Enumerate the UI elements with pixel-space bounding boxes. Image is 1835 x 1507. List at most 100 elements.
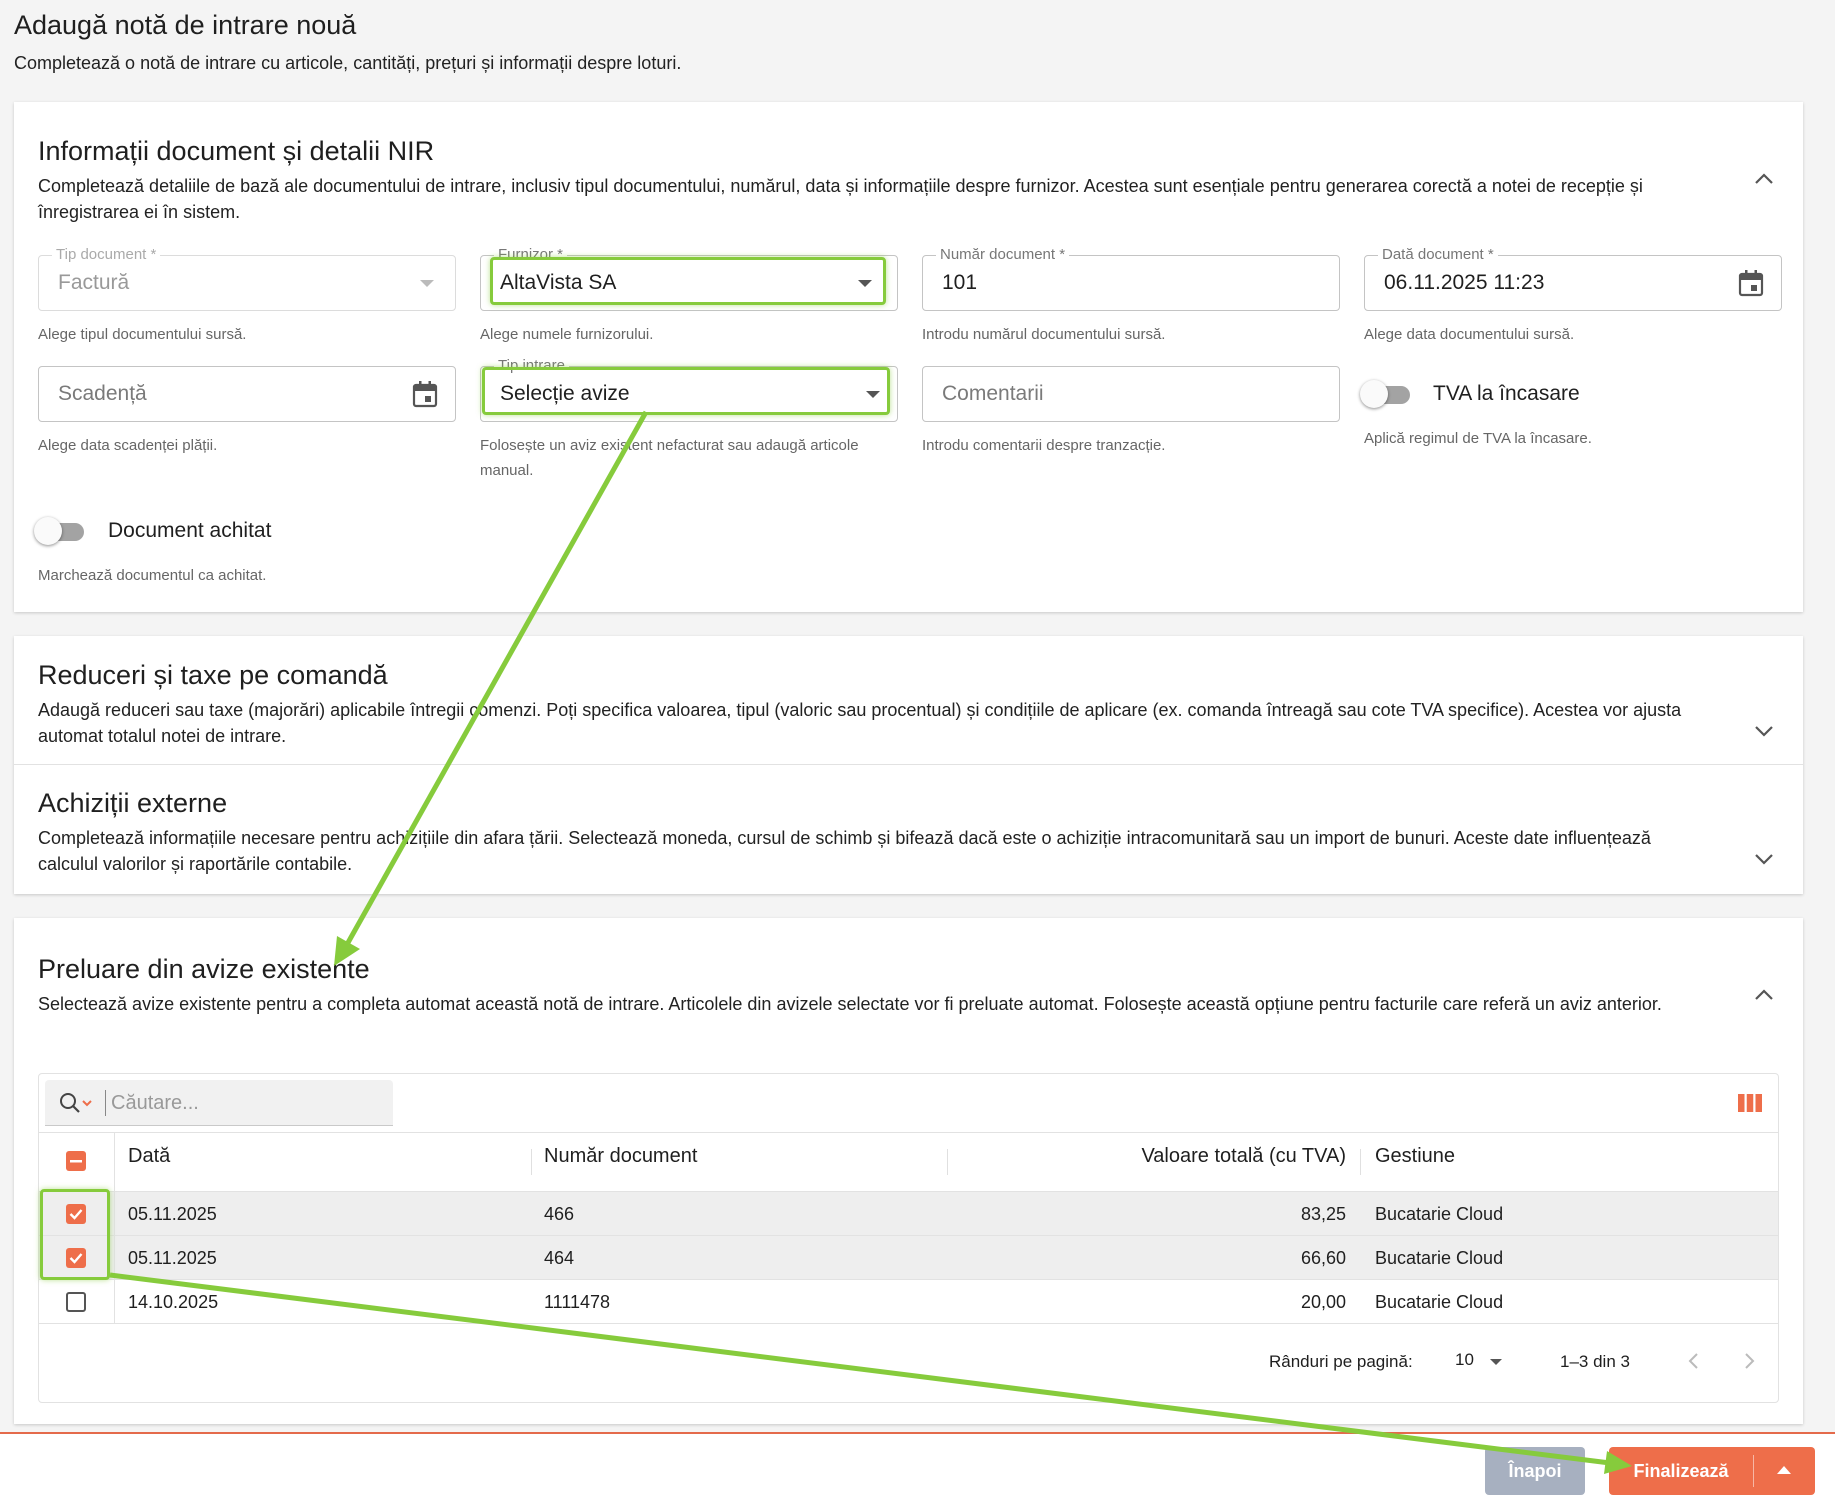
- split-divider: [1753, 1455, 1754, 1487]
- section-title: Achiziții externe: [38, 788, 228, 818]
- cell-data: 05.11.2025: [128, 1248, 217, 1268]
- chevron-down-icon[interactable]: [1753, 724, 1775, 738]
- avize-card: Preluare din avize existente Selectează …: [14, 918, 1803, 1424]
- finish-button-label[interactable]: Finalizează: [1609, 1447, 1753, 1495]
- section-description: Completează detaliile de bază ale docume…: [38, 176, 1643, 222]
- furnizor-label: Furnizor *: [494, 246, 568, 264]
- page-title: Adaugă notă de intrare nouă: [14, 10, 357, 40]
- document-achitat-toggle[interactable]: [34, 515, 90, 547]
- column-separator: [531, 1149, 532, 1175]
- cell-data: 14.10.2025: [128, 1292, 219, 1312]
- scadenta-helper: Alege data scadenței plății.: [38, 437, 218, 454]
- tip-document-label: Tip document *: [52, 246, 161, 264]
- chevron-right-icon[interactable]: [1739, 1350, 1759, 1372]
- table-row[interactable]: 14.10.2025 1111478 20,00 Bucatarie Cloud: [39, 1280, 1778, 1324]
- column-separator: [947, 1149, 948, 1175]
- calendar-icon[interactable]: [1738, 269, 1764, 297]
- rows-per-page-label: Rânduri pe pagină:: [1269, 1352, 1413, 1371]
- caret-up-icon[interactable]: [1777, 1466, 1791, 1474]
- collapsed-sections-card: Reduceri și taxe pe comandă Adaugă reduc…: [14, 636, 1803, 894]
- furnizor-helper: Alege numele furnizorului.: [480, 326, 654, 343]
- toggle-thumb: [1360, 380, 1388, 408]
- toggle-thumb: [34, 517, 62, 545]
- table-header: Dată Număr document Valoare totală (cu T…: [39, 1132, 1778, 1192]
- search-icon[interactable]: [59, 1091, 95, 1115]
- page-header: Adaugă notă de intrare nouă Completează …: [14, 10, 681, 74]
- chevron-left-icon[interactable]: [1684, 1350, 1704, 1372]
- dropdown-arrow-icon[interactable]: [1490, 1359, 1502, 1365]
- cell-gestiune: Bucatarie Cloud: [1375, 1292, 1504, 1312]
- tip-document-value: Factură: [58, 271, 130, 294]
- section-description: Completează informațiile necesare pentru…: [38, 828, 1651, 874]
- cell-gestiune: Bucatarie Cloud: [1375, 1204, 1504, 1224]
- section-title: Preluare din avize existente: [38, 954, 370, 984]
- column-divider: [114, 1236, 115, 1279]
- search-cursor: [105, 1090, 106, 1116]
- row-checkbox[interactable]: [66, 1204, 86, 1224]
- section-description: Selectează avize existente pentru a comp…: [38, 994, 1662, 1014]
- column-header-data[interactable]: Dată: [128, 1145, 170, 1168]
- section-title: Informații document și detalii NIR: [38, 136, 435, 166]
- section-divider: [14, 764, 1803, 765]
- discount-section-header[interactable]: Reduceri și taxe pe comandă Adaugă reduc…: [14, 660, 1803, 749]
- tva-incasare-toggle[interactable]: [1360, 378, 1416, 410]
- column-divider: [114, 1192, 115, 1235]
- tva-incasare-helper: Aplică regimul de TVA la încasare.: [1364, 430, 1592, 447]
- column-divider: [114, 1280, 115, 1323]
- comentarii-helper: Introdu comentarii despre tranzacție.: [922, 437, 1166, 454]
- furnizor-value: AltaVista SA: [500, 271, 617, 294]
- pagination: Rânduri pe pagină: 10 1–3 din 3: [39, 1342, 1778, 1382]
- finish-split-button[interactable]: Finalizează: [1609, 1447, 1815, 1495]
- data-document-helper: Alege data documentului sursă.: [1364, 326, 1575, 343]
- numar-document-label: Număr document *: [936, 246, 1070, 264]
- back-button[interactable]: Înapoi: [1485, 1447, 1585, 1495]
- column-header-numar[interactable]: Număr document: [544, 1145, 697, 1168]
- avize-table: Dată Număr document Valoare totală (cu T…: [38, 1073, 1779, 1403]
- cell-valoare: 83,25: [1300, 1204, 1346, 1224]
- row-checkbox[interactable]: [66, 1292, 86, 1312]
- cell-data: 05.11.2025: [128, 1204, 217, 1224]
- search-input[interactable]: [111, 1086, 381, 1120]
- tip-intrare-helper: Folosește un aviz existent nefacturat sa…: [480, 437, 859, 479]
- table-row[interactable]: 05.11.2025 464 66,60 Bucatarie Cloud: [39, 1236, 1778, 1280]
- search-box[interactable]: [45, 1080, 393, 1126]
- data-document-value: 06.11.2025 11:23: [1384, 271, 1545, 294]
- scadenta-placeholder: Scadență: [58, 382, 147, 405]
- section-title: Reduceri și taxe pe comandă: [38, 660, 388, 690]
- dropdown-arrow-icon: [420, 280, 434, 287]
- external-section-header[interactable]: Achiziții externe Completează informații…: [14, 788, 1803, 877]
- document-info-card: Informații document și detalii NIR Compl…: [14, 102, 1803, 612]
- column-header-valoare[interactable]: Valoare totală (cu TVA): [1141, 1145, 1346, 1168]
- rows-per-page-select[interactable]: 10: [1455, 1350, 1474, 1370]
- numar-document-value: 101: [942, 271, 978, 294]
- column-separator: [1360, 1149, 1361, 1175]
- pagination-range: 1–3 din 3: [1560, 1352, 1630, 1371]
- row-checkbox[interactable]: [66, 1248, 86, 1268]
- cell-numar: 1111478: [544, 1292, 611, 1312]
- tva-incasare-label: TVA la încasare: [1433, 382, 1580, 405]
- columns-icon[interactable]: [1738, 1094, 1762, 1112]
- dropdown-arrow-icon: [866, 391, 880, 398]
- table-row[interactable]: 05.11.2025 466 83,25 Bucatarie Cloud: [39, 1192, 1778, 1236]
- dropdown-arrow-icon: [858, 280, 872, 287]
- cell-numar: 464: [544, 1248, 575, 1268]
- tip-intrare-label: Tip intrare: [494, 357, 569, 375]
- document-achitat-helper: Marchează documentul ca achitat.: [38, 567, 267, 584]
- numar-document-helper: Introdu numărul documentului sursă.: [922, 326, 1166, 343]
- column-header-gestiune[interactable]: Gestiune: [1375, 1145, 1455, 1168]
- chevron-up-icon[interactable]: [1753, 172, 1775, 186]
- avize-section-header[interactable]: Preluare din avize existente Selectează …: [14, 918, 1803, 1017]
- data-document-label: Dată document *: [1378, 246, 1498, 264]
- chevron-down-icon[interactable]: [1753, 852, 1775, 866]
- page-subtitle: Completează o notă de intrare cu articol…: [14, 53, 682, 73]
- document-info-header[interactable]: Informații document și detalii NIR Compl…: [14, 102, 1803, 225]
- select-all-checkbox[interactable]: [66, 1151, 86, 1171]
- section-description: Adaugă reduceri sau taxe (majorări) apli…: [38, 700, 1682, 746]
- column-divider: [114, 1133, 115, 1191]
- chevron-up-icon[interactable]: [1753, 988, 1775, 1002]
- cell-numar: 466: [544, 1204, 575, 1224]
- cell-gestiune: Bucatarie Cloud: [1375, 1248, 1504, 1268]
- tip-document-helper: Alege tipul documentului sursă.: [38, 326, 247, 343]
- cell-valoare: 66,60: [1300, 1248, 1346, 1268]
- calendar-icon[interactable]: [412, 380, 438, 408]
